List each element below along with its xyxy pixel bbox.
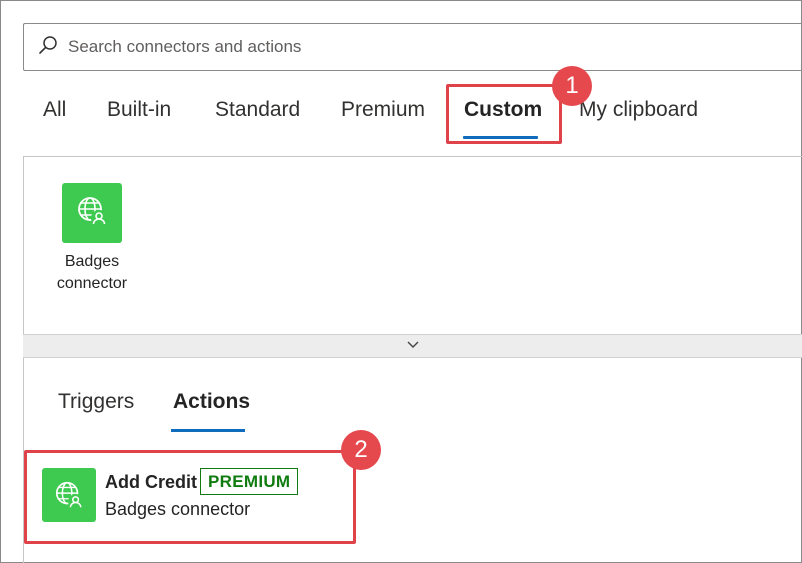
tab-my-clipboard[interactable]: My clipboard <box>579 98 698 122</box>
category-tabs: All Built-in Standard Premium Custom My … <box>0 88 802 138</box>
search-icon <box>38 35 58 60</box>
tab-actions-underline <box>171 429 245 432</box>
search-input[interactable]: Search connectors and actions <box>23 23 802 71</box>
callout-box-custom-tab <box>446 84 562 144</box>
connector-label: Badges connector <box>56 253 128 292</box>
callout-box-action-item <box>24 450 356 544</box>
connector-panel: Badges connector <box>23 156 802 336</box>
tab-actions[interactable]: Actions <box>173 390 250 414</box>
search-placeholder: Search connectors and actions <box>68 37 302 56</box>
expand-toggle[interactable] <box>23 334 802 358</box>
tab-premium[interactable]: Premium <box>341 98 425 122</box>
globe-user-icon <box>75 194 109 233</box>
tab-triggers[interactable]: Triggers <box>58 390 134 414</box>
tab-standard[interactable]: Standard <box>215 98 300 122</box>
callout-number-1: 1 <box>552 66 592 106</box>
tab-all[interactable]: All <box>43 98 66 122</box>
callout-number-2: 2 <box>341 430 381 470</box>
tab-built-in[interactable]: Built-in <box>107 98 171 122</box>
chevron-down-icon <box>406 337 420 355</box>
connector-badges[interactable] <box>62 183 122 243</box>
